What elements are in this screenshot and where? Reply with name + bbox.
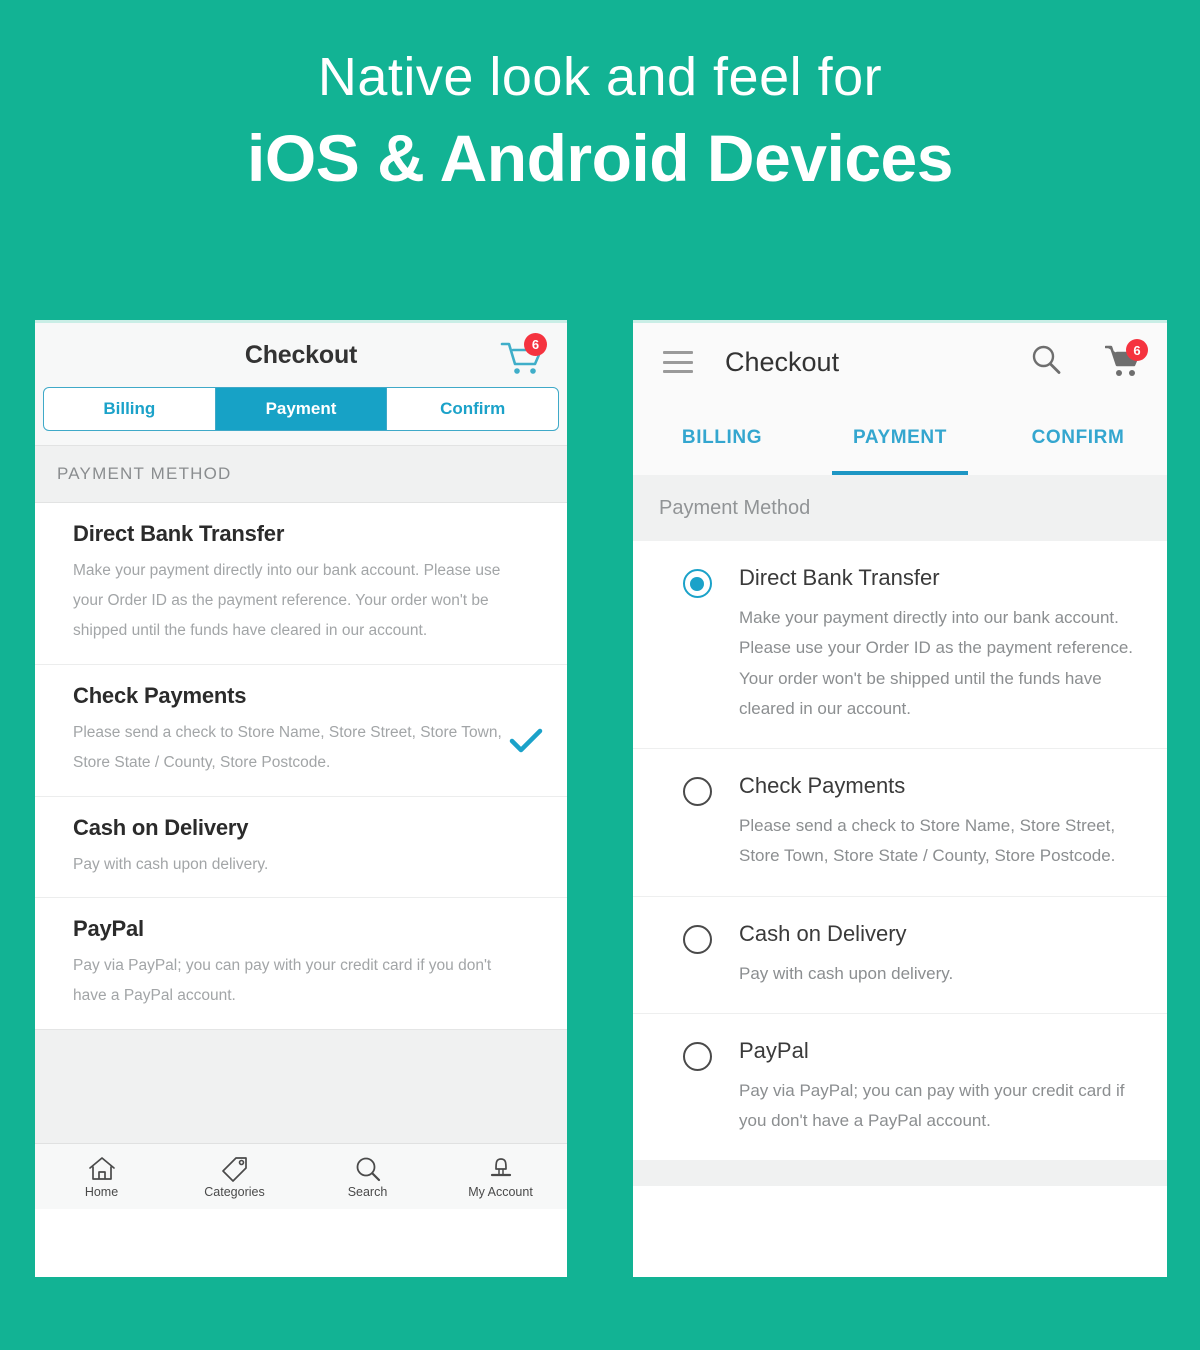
shopping-cart-icon[interactable]: 6 — [499, 333, 547, 379]
ios-navigation-bar: Checkout 6 — [35, 323, 567, 387]
payment-method-description: Please send a check to Store Name, Store… — [739, 816, 1116, 866]
radio-button[interactable] — [682, 924, 712, 954]
radio-cell — [655, 921, 739, 989]
tab-confirm[interactable]: Confirm — [387, 388, 558, 430]
list-item[interactable]: Cash on Delivery Pay with cash upon deli… — [35, 797, 567, 899]
ios-payment-method-list: Direct Bank Transfer Make your payment d… — [35, 503, 567, 1030]
cart-badge: 6 — [1126, 339, 1148, 361]
hero-title: iOS & Android Devices — [247, 121, 953, 196]
list-item[interactable]: Direct Bank Transfer Make your payment d… — [633, 541, 1167, 749]
payment-method-description: Make your payment directly into our bank… — [739, 608, 1134, 718]
radio-button[interactable] — [682, 777, 712, 806]
list-item[interactable]: PayPal Pay via PayPal; you can pay with … — [35, 898, 567, 1029]
payment-method-body: Cash on Delivery Pay with cash upon deli… — [739, 921, 1143, 989]
tab-billing[interactable]: Billing — [44, 388, 216, 430]
android-payment-method-list: Direct Bank Transfer Make your payment d… — [633, 541, 1167, 1161]
ios-segmented-control: Billing Payment Confirm — [43, 387, 559, 431]
radio-cell — [655, 565, 739, 724]
radio-cell — [655, 773, 739, 872]
ios-tab-bar: Home Categories Search My Account — [35, 1143, 567, 1210]
tab-confirm[interactable]: CONFIRM — [989, 401, 1167, 475]
list-item[interactable]: Direct Bank Transfer Make your payment d… — [35, 503, 567, 665]
tab-billing[interactable]: BILLING — [633, 401, 811, 475]
tag-icon — [220, 1155, 250, 1183]
payment-method-body: Direct Bank Transfer Make your payment d… — [739, 565, 1143, 724]
tab-label: My Account — [468, 1184, 533, 1199]
tab-label: Home — [84, 1184, 119, 1199]
tab-categories[interactable]: Categories — [168, 1155, 301, 1199]
payment-method-description: Make your payment directly into our bank… — [73, 562, 501, 639]
payment-method-body: Check Payments Please send a check to St… — [739, 773, 1143, 872]
payment-method-description: Pay with cash upon delivery. — [73, 855, 269, 873]
ios-segmented-control-wrap: Billing Payment Confirm — [35, 387, 567, 445]
page-title: Checkout — [244, 340, 358, 369]
checkmark-icon — [509, 727, 543, 761]
payment-method-title: Direct Bank Transfer — [73, 521, 285, 546]
list-item[interactable]: PayPal Pay via PayPal; you can pay with … — [633, 1014, 1167, 1161]
list-item[interactable]: Check Payments Please send a check to St… — [633, 749, 1167, 897]
payment-method-description: Please send a check to Store Name, Store… — [73, 723, 502, 771]
ios-phone-mockup: Checkout 6 Billing Payment Confirm PAYME… — [35, 320, 567, 1277]
tab-search[interactable]: Search — [301, 1155, 434, 1199]
section-header-payment-method: PAYMENT METHOD — [35, 445, 567, 503]
search-icon — [353, 1155, 383, 1183]
payment-method-title: Cash on Delivery — [73, 814, 249, 840]
payment-method-title: Check Payments — [739, 773, 906, 798]
payment-method-description: Pay with cash upon delivery. — [739, 963, 954, 983]
tab-payment[interactable]: Payment — [215, 388, 388, 430]
shopping-cart-icon[interactable]: 6 — [1104, 339, 1148, 380]
list-item[interactable]: Cash on Delivery Pay with cash upon deli… — [633, 897, 1167, 1014]
android-phone-mockup: Checkout 6 BILLING PAYMENT CONFIRM Payme… — [633, 320, 1167, 1277]
payment-method-body: PayPal Pay via PayPal; you can pay with … — [739, 1038, 1143, 1137]
user-icon — [486, 1155, 516, 1183]
radio-button[interactable] — [682, 1041, 712, 1071]
list-item[interactable]: Check Payments Please send a check to St… — [35, 665, 567, 797]
hero-subtitle: Native look and feel for — [317, 47, 883, 107]
payment-method-description: Pay via PayPal; you can pay with your cr… — [73, 957, 492, 1005]
search-icon[interactable] — [1029, 343, 1063, 382]
radio-button-selected[interactable] — [682, 569, 712, 598]
home-icon — [87, 1155, 117, 1183]
tab-my-account[interactable]: My Account — [434, 1155, 567, 1199]
page-title: Checkout — [725, 346, 840, 377]
android-tab-bar: BILLING PAYMENT CONFIRM — [633, 401, 1167, 475]
payment-method-title: PayPal — [73, 916, 144, 942]
hero-banner: Native look and feel for iOS & Android D… — [0, 0, 1200, 200]
section-header-payment-method: Payment Method — [633, 475, 1167, 541]
tab-home[interactable]: Home — [35, 1155, 168, 1199]
ios-content-filler — [35, 1029, 567, 1144]
payment-method-title: PayPal — [739, 1037, 809, 1063]
payment-method-title: Cash on Delivery — [739, 920, 907, 946]
payment-method-description: Pay via PayPal; you can pay with your cr… — [739, 1080, 1125, 1130]
payment-method-title: Check Payments — [73, 682, 247, 708]
tab-label: Search — [347, 1184, 388, 1199]
radio-cell — [655, 1038, 739, 1137]
cart-badge: 6 — [524, 333, 547, 356]
app-bar-actions: 6 — [1029, 339, 1148, 382]
payment-method-title: Direct Bank Transfer — [739, 565, 940, 590]
android-app-bar: Checkout 6 — [633, 323, 1167, 401]
tab-label: Categories — [204, 1184, 265, 1199]
tab-payment[interactable]: PAYMENT — [811, 401, 989, 475]
hamburger-menu-icon[interactable] — [663, 351, 693, 373]
android-footer-strip — [633, 1160, 1167, 1187]
